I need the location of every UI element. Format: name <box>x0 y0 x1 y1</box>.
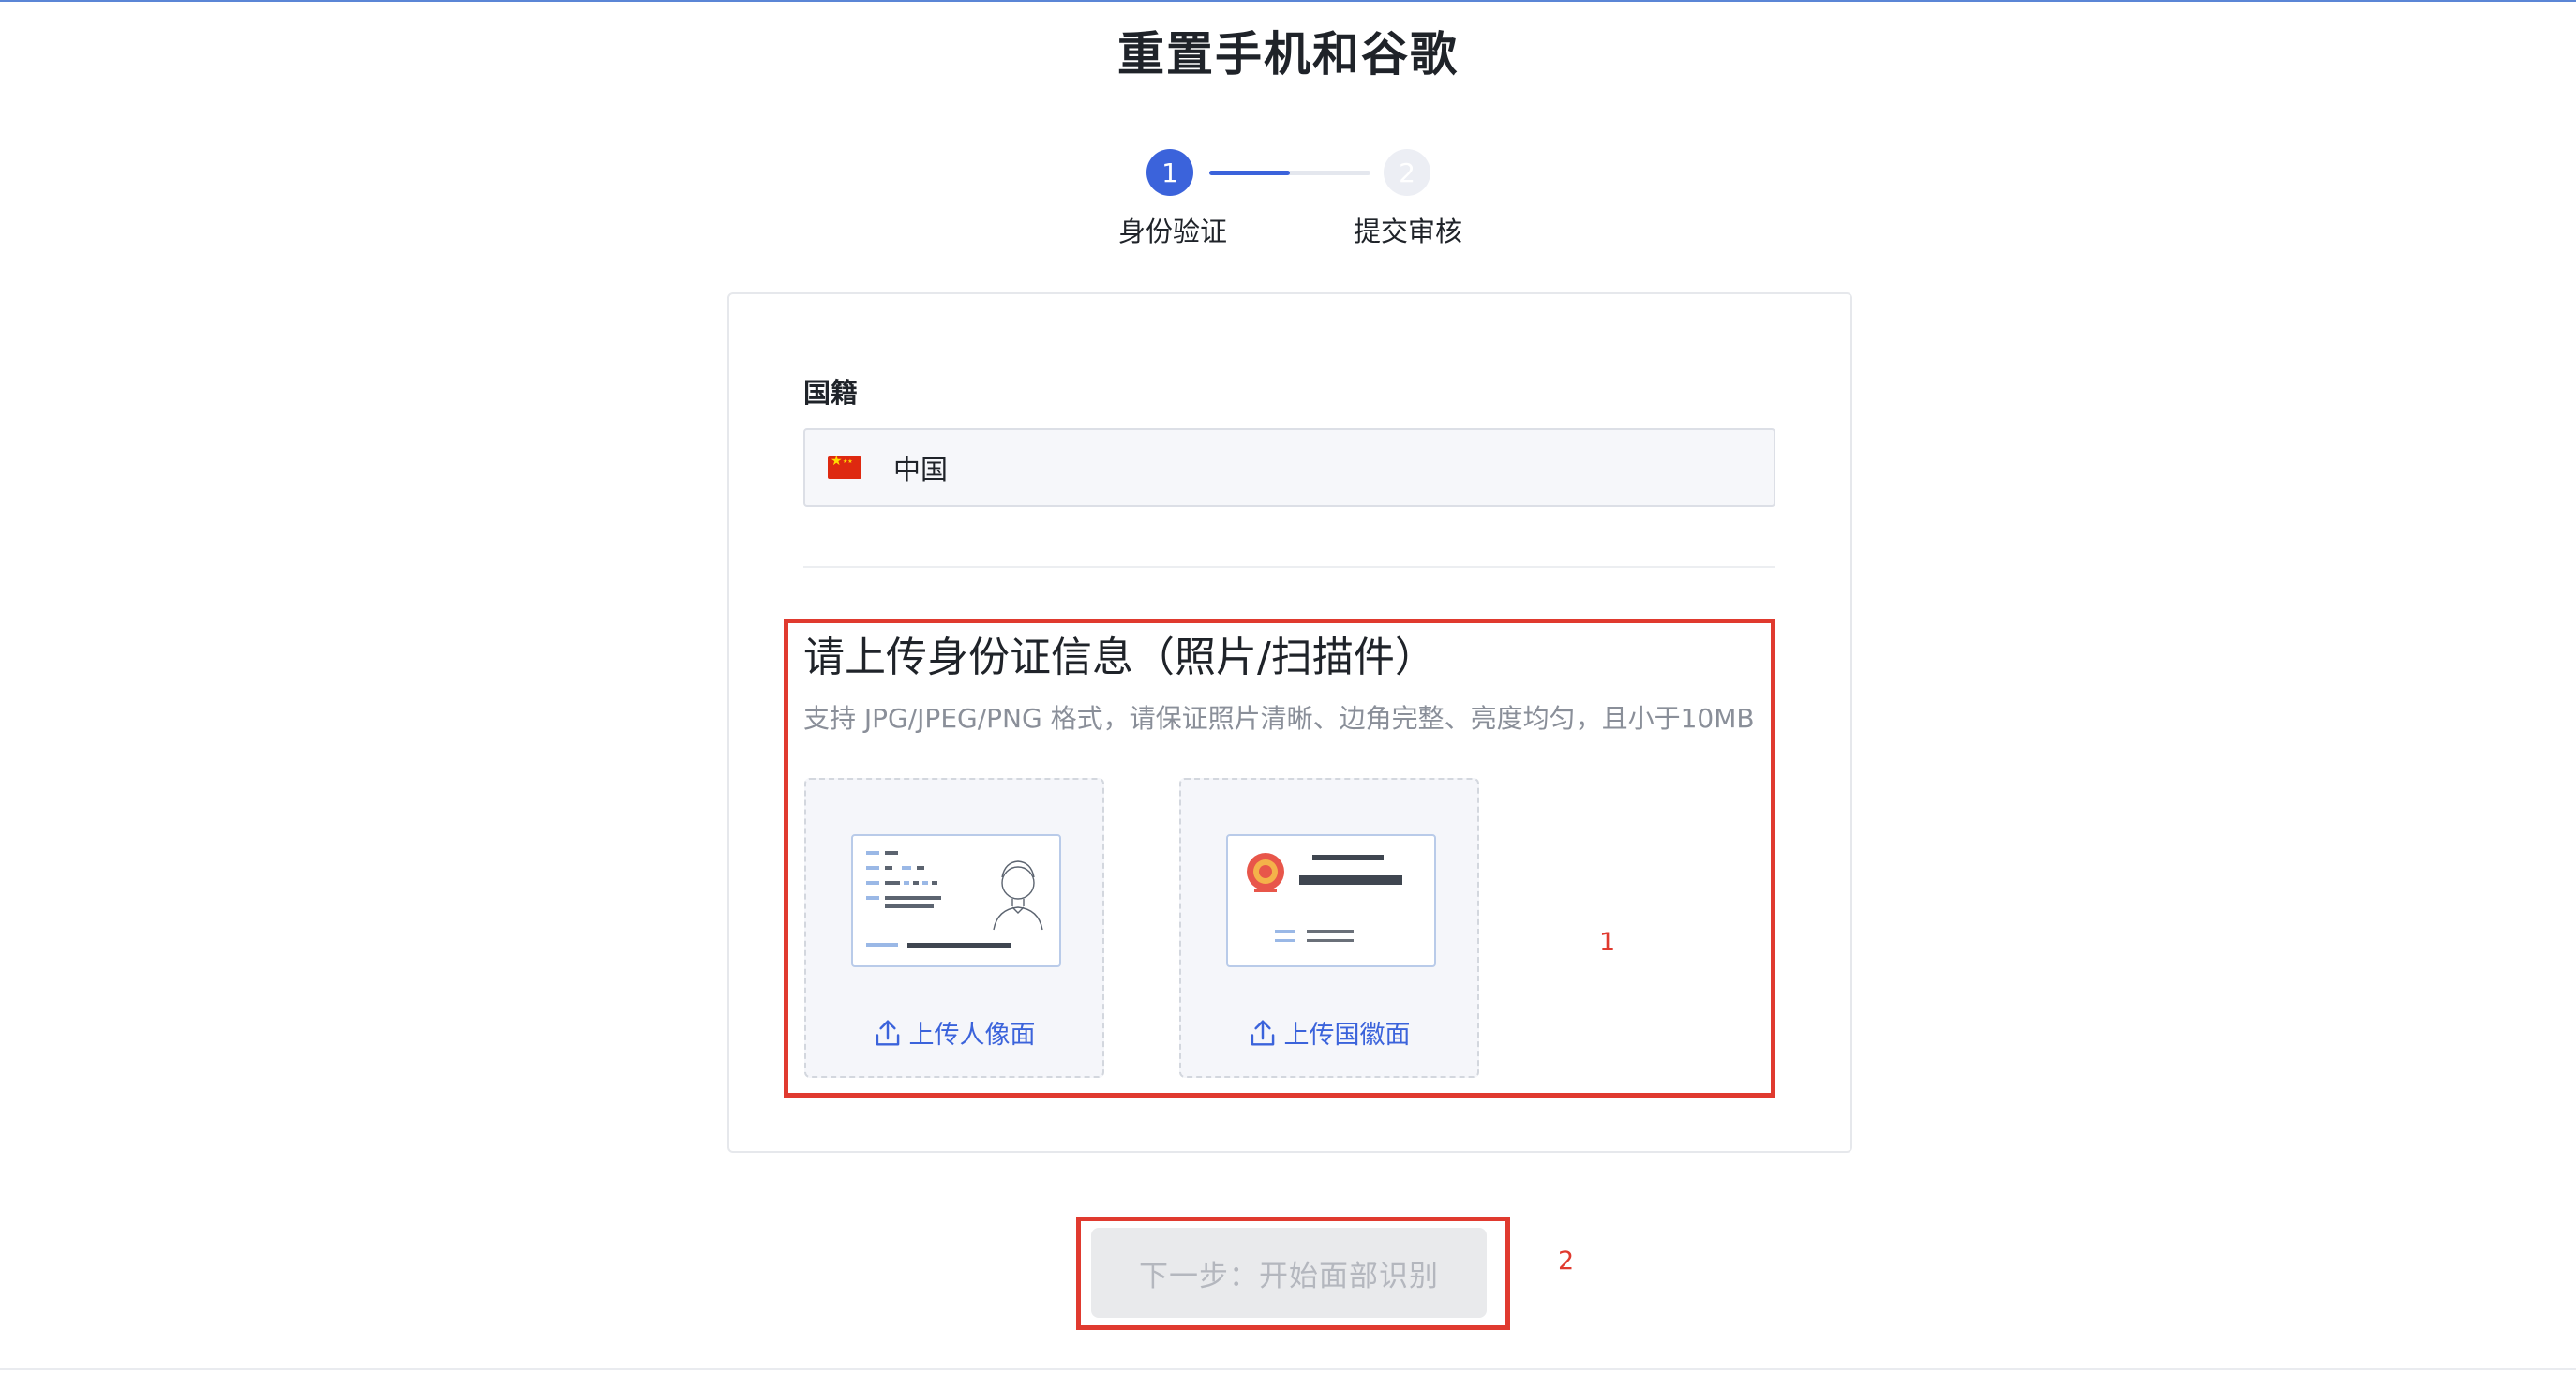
annotation-box-2 <box>1076 1217 1510 1330</box>
bottom-divider-line <box>0 1368 2576 1370</box>
step-connector-progress <box>1209 171 1290 175</box>
step-2-indicator: 2 <box>1384 149 1430 196</box>
nationality-value: 中国 <box>893 454 949 485</box>
nationality-select[interactable]: 中国 <box>803 428 1775 507</box>
page-title: 重置手机和谷歌 <box>1117 27 1459 82</box>
nationality-label: 国籍 <box>803 377 859 409</box>
step-1-indicator: 1 <box>1146 149 1193 196</box>
step-2-label: 提交审核 <box>1354 216 1463 247</box>
step-1-label: 身份验证 <box>1118 216 1228 247</box>
annotation-box-1 <box>784 619 1775 1098</box>
top-accent-line <box>0 0 2576 2</box>
section-divider <box>803 566 1775 568</box>
annotation-number-2: 2 <box>1558 1247 1575 1276</box>
china-flag-icon <box>828 454 861 479</box>
annotation-number-1: 1 <box>1599 928 1616 957</box>
